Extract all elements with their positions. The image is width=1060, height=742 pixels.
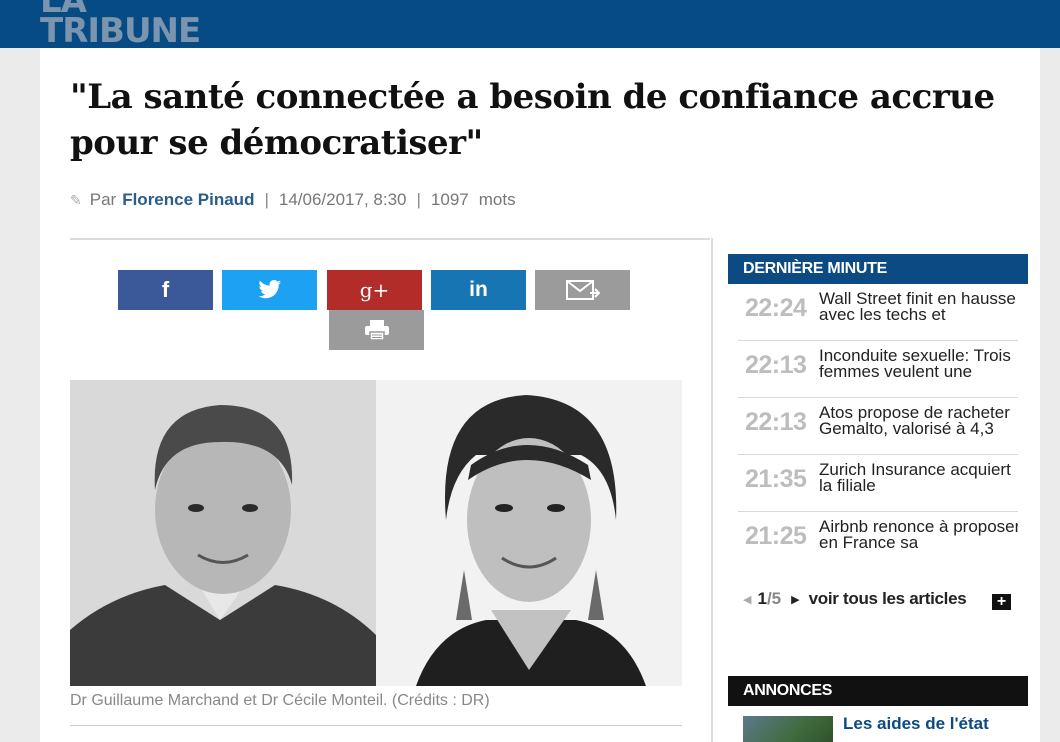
news-time: 22:24 (745, 294, 807, 322)
share-facebook-button[interactable]: f (118, 270, 213, 310)
google-plus-icon: g+ (359, 278, 390, 302)
column-divider (711, 238, 713, 742)
news-item[interactable]: 22:13 Atos propose de racheter Gemalto, … (738, 398, 1018, 455)
ad-thumbnail[interactable] (743, 716, 833, 742)
news-item[interactable]: 22:13 Inconduite sexuelle: Trois femmes … (738, 341, 1018, 398)
share-twitter-button[interactable] (222, 270, 317, 310)
news-time: 22:13 (745, 408, 807, 436)
ads-panel: ANNONCES Les aides de l'état (728, 676, 1028, 742)
email-icon (565, 280, 600, 300)
site-logo[interactable]: LA TRIBUNE (40, 0, 201, 48)
pager-current: 1 (757, 589, 767, 608)
caption-divider (70, 725, 682, 726)
ad-title-link[interactable]: Les aides de l'état (843, 714, 1018, 734)
author-link[interactable]: Florence Pinaud (122, 190, 254, 210)
share-google-plus-button[interactable]: g+ (327, 270, 422, 310)
news-item[interactable]: 21:25 Airbnb renonce à proposer en Franc… (738, 512, 1018, 569)
article-page: "La santé connectée a besoin de confianc… (40, 48, 1040, 742)
news-time: 21:25 (745, 522, 807, 550)
facebook-icon: f (161, 277, 170, 302)
news-item[interactable]: 22:24 Wall Street finit en hausse avec l… (738, 284, 1018, 341)
next-page-icon[interactable]: ▶ (791, 593, 799, 606)
news-headline[interactable]: Wall Street finit en hausse avec les tec… (819, 290, 1018, 323)
word-count: 1097 (430, 190, 469, 209)
pen-icon: ✎ (70, 191, 82, 208)
article-byline: ✎ Par Florence Pinaud | 14/06/2017, 8:30… (70, 190, 516, 210)
news-headline[interactable]: Zurich Insurance acquiert la filiale (819, 461, 1018, 494)
see-all-articles-link[interactable]: voir tous les articles (809, 589, 967, 609)
pager-total: /5 (766, 589, 782, 608)
article-date: 14/06/2017, 8:30 (278, 190, 407, 209)
share-email-button[interactable] (535, 270, 630, 310)
article-title: "La santé connectée a besoin de confianc… (70, 77, 995, 163)
site-header: LA TRIBUNE (0, 0, 1060, 48)
latest-news-heading: DERNIÈRE MINUTE (728, 254, 1028, 284)
news-headline[interactable]: Inconduite sexuelle: Trois femmes veulen… (819, 347, 1018, 380)
byline-prefix: Par (89, 190, 117, 209)
news-item[interactable]: 21:35 Zurich Insurance acquiert la filia… (738, 455, 1018, 512)
plus-icon[interactable]: + (992, 594, 1011, 610)
prev-page-icon[interactable]: ◀ (743, 593, 751, 606)
news-headline[interactable]: Airbnb renonce à proposer en France sa (819, 518, 1018, 551)
byline-separator: | (416, 190, 421, 209)
portrait-photo-right (376, 380, 682, 686)
print-icon (364, 320, 389, 341)
image-caption: Dr Guillaume Marchand et Dr Cécile Monte… (70, 692, 490, 709)
word-unit: mots (478, 190, 516, 209)
portrait-photo-left (70, 380, 376, 686)
twitter-icon (258, 280, 281, 299)
print-button[interactable] (329, 310, 424, 350)
byline-separator: | (264, 190, 269, 209)
news-pager: ◀ 1 /5 ▶ voir tous les articles (743, 589, 967, 609)
latest-news-panel: DERNIÈRE MINUTE 22:24 Wall Street finit … (728, 254, 1028, 620)
divider (70, 238, 710, 240)
news-time: 22:13 (745, 351, 807, 379)
news-headline[interactable]: Atos propose de racheter Gemalto, valori… (819, 404, 1018, 437)
linkedin-icon: in (469, 278, 488, 301)
ads-heading: ANNONCES (728, 676, 1028, 706)
news-time: 21:35 (745, 465, 807, 493)
share-linkedin-button[interactable]: in (431, 270, 526, 310)
